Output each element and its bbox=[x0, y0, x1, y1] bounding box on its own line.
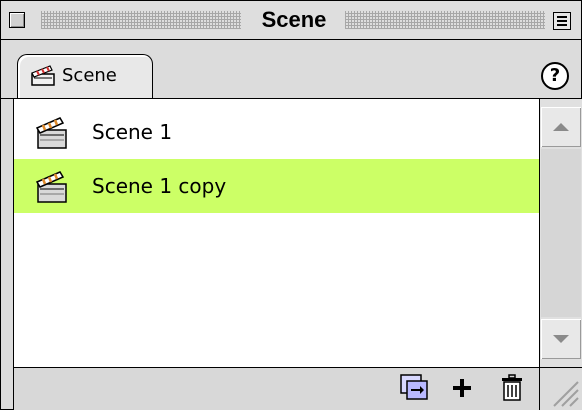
vertical-scrollbar[interactable] bbox=[539, 99, 582, 367]
delete-scene-button[interactable] bbox=[496, 372, 528, 404]
window-title: Scene bbox=[261, 7, 327, 32]
title-bar[interactable]: Scene bbox=[1, 1, 581, 40]
add-scene-icon bbox=[453, 379, 471, 397]
arrow-up-icon bbox=[553, 123, 569, 131]
panel-menu-button[interactable] bbox=[553, 12, 571, 30]
add-scene-button[interactable] bbox=[446, 372, 478, 404]
resize-grip[interactable] bbox=[539, 367, 582, 410]
tab-scene-label: Scene bbox=[62, 65, 117, 86]
scroll-track[interactable] bbox=[541, 149, 581, 317]
clapperboard-icon bbox=[35, 117, 67, 149]
arrow-down-icon bbox=[553, 335, 569, 343]
resize-grip-icon bbox=[553, 381, 579, 407]
duplicate-scene-button[interactable] bbox=[398, 372, 430, 404]
scene-name: Scene 1 bbox=[92, 120, 173, 144]
clapperboard-icon bbox=[35, 171, 67, 203]
help-button[interactable]: ? bbox=[541, 62, 569, 90]
scroll-up-button[interactable] bbox=[541, 107, 581, 147]
duplicate-scene-icon bbox=[400, 374, 428, 400]
tab-scene[interactable]: Scene bbox=[17, 54, 153, 98]
trash-icon bbox=[502, 374, 522, 401]
title-bar-grip-left bbox=[41, 11, 241, 29]
scene-name: Scene 1 copy bbox=[92, 174, 227, 198]
clapperboard-icon bbox=[31, 65, 55, 86]
scene-toolbar bbox=[13, 367, 540, 410]
title-bar-grip-right bbox=[345, 11, 545, 29]
scroll-down-button[interactable] bbox=[541, 319, 581, 359]
close-box-button[interactable] bbox=[9, 12, 25, 28]
scene-panel-window: Scene Scene ? Scene 1 Scene 1 copy bbox=[0, 0, 582, 410]
scene-list-item-selected[interactable]: Scene 1 copy bbox=[14, 159, 540, 213]
tab-row: Scene ? bbox=[1, 40, 581, 99]
scene-list: Scene 1 Scene 1 copy bbox=[13, 99, 540, 367]
scene-list-item[interactable]: Scene 1 bbox=[14, 105, 540, 159]
